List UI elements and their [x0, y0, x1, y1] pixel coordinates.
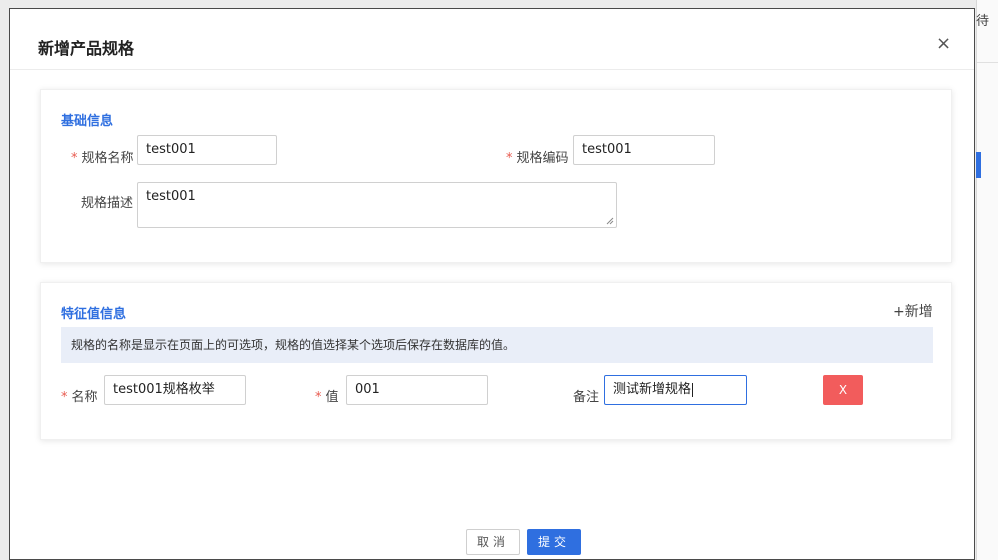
spec-name-label: * 规格名称 — [71, 147, 134, 166]
spec-code-label: * 规格编码 — [506, 147, 569, 166]
cancel-button[interactable]: 取消 — [466, 529, 520, 555]
feature-value-label-text: 值 — [325, 390, 339, 405]
spec-code-input[interactable]: test001 — [573, 135, 715, 165]
submit-button[interactable]: 提交 — [527, 529, 581, 555]
feature-name-label: * 名称 — [61, 386, 98, 405]
feature-remark-value: 测试新增规格 — [613, 382, 692, 397]
basic-info-title: 基础信息 — [61, 114, 114, 129]
title-divider — [10, 69, 974, 70]
feature-info-title: 特征值信息 — [61, 307, 127, 322]
feature-name-input[interactable]: test001规格枚举 — [104, 375, 246, 405]
required-mark: * — [61, 390, 68, 405]
hint-bar: 规格的名称是显示在页面上的可选项，规格的值选择某个选项后保存在数据库的值。 — [61, 327, 933, 363]
background-text: 待 — [976, 14, 990, 29]
feature-value-input[interactable]: 001 — [346, 375, 488, 405]
spec-desc-value: test001 — [146, 189, 196, 204]
add-spec-dialog: 新增产品规格 × 基础信息 * 规格名称 test001 * 规格编码 test00… — [9, 8, 975, 560]
feature-remark-input[interactable]: 测试新增规格 — [604, 375, 747, 405]
spec-name-input[interactable]: test001 — [137, 135, 277, 165]
feature-remark-label: 备注 — [573, 390, 600, 405]
add-feature-button[interactable]: +新增 — [893, 301, 933, 321]
background-page-edge — [976, 0, 998, 560]
required-mark: * — [315, 390, 322, 405]
spec-desc-textarea[interactable]: test001 — [137, 182, 617, 228]
feature-value-label: * 值 — [315, 386, 339, 405]
close-icon[interactable]: × — [936, 35, 951, 53]
dialog-title: 新增产品规格 — [38, 39, 135, 58]
spec-desc-label: 规格描述 — [81, 196, 134, 211]
required-mark: * — [506, 151, 513, 166]
basic-info-card: 基础信息 * 规格名称 test001 * 规格编码 test001 规格描述 te… — [40, 89, 952, 263]
feature-name-label-text: 名称 — [71, 390, 98, 405]
background-divider — [977, 62, 998, 63]
resize-grip-icon[interactable] — [606, 217, 614, 225]
delete-feature-button[interactable]: X — [823, 375, 863, 405]
text-caret — [692, 382, 694, 397]
spec-name-label-text: 规格名称 — [81, 151, 134, 166]
required-mark: * — [71, 151, 78, 166]
spec-code-label-text: 规格编码 — [516, 151, 569, 166]
feature-info-card: 特征值信息 +新增 规格的名称是显示在页面上的可选项，规格的值选择某个选项后保存… — [40, 282, 952, 440]
background-scroll-indicator — [976, 152, 981, 178]
